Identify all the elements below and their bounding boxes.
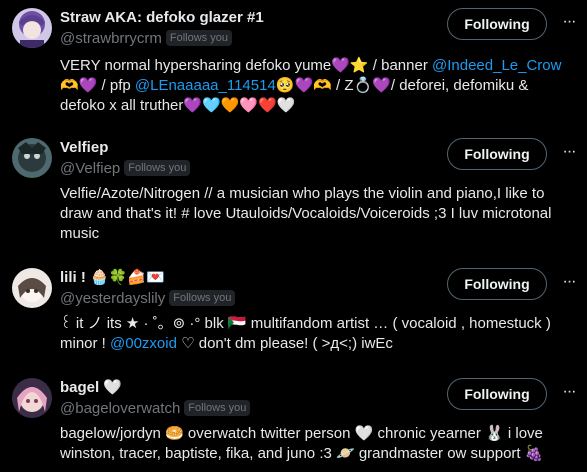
following-button[interactable]: Following — [447, 378, 547, 410]
user-bio: ꒰ it ノ its ★ · ˚。⊚ ·° blk 🇸🇩 multifandom… — [60, 314, 575, 354]
follows-you-badge: Follows you — [169, 290, 236, 306]
following-button[interactable]: Following — [447, 268, 547, 300]
bio-text: 🫶💜 / pfp — [60, 77, 135, 94]
following-list: Straw AKA: defoko glazer #1 @strawbrrycr… — [0, 0, 587, 472]
user-cell[interactable]: Velfiep @Velfiep Follows you Following ·… — [0, 138, 587, 244]
bio-text: bagelow/jordyn 🥯 overwatch twitter perso… — [60, 425, 544, 462]
mention-link[interactable]: @LEnaaaaa_114514 — [135, 77, 276, 94]
mention-link[interactable]: @00zxoid — [110, 335, 177, 352]
bio-text: VERY normal hypersharing defoko yume💜⭐ /… — [60, 57, 432, 74]
user-cell[interactable]: Straw AKA: defoko glazer #1 @strawbrrycr… — [0, 8, 587, 116]
user-bio: Velfie/Azote/Nitrogen // a musician who … — [60, 184, 575, 244]
avatar[interactable] — [12, 8, 52, 48]
user-handle[interactable]: @bageloverwatch — [60, 400, 180, 417]
more-options-icon[interactable]: ··· — [559, 274, 579, 294]
more-options-icon[interactable]: ··· — [559, 384, 579, 404]
avatar-image — [12, 378, 52, 418]
user-bio: VERY normal hypersharing defoko yume💜⭐ /… — [60, 56, 575, 116]
follows-you-badge: Follows you — [165, 30, 232, 46]
avatar-image — [12, 8, 52, 48]
user-cell[interactable]: bagel 🤍 @bageloverwatch Follows you Foll… — [0, 378, 587, 464]
avatar[interactable] — [12, 138, 52, 178]
bio-text: ♡ don't dm please! ( >д<;) iwEc — [176, 335, 393, 352]
more-options-icon[interactable]: ··· — [559, 14, 579, 34]
following-button[interactable]: Following — [447, 138, 547, 170]
following-button[interactable]: Following — [447, 8, 547, 40]
more-options-icon[interactable]: ··· — [559, 144, 579, 164]
user-handle[interactable]: @Velfiep — [60, 160, 120, 177]
follows-you-badge: Follows you — [184, 400, 251, 416]
bio-text: Velfie/Azote/Nitrogen // a musician who … — [60, 185, 552, 242]
user-handle[interactable]: @strawbrrycrm — [60, 30, 162, 47]
user-handle[interactable]: @yesterdayslily — [60, 290, 165, 307]
avatar-image — [12, 268, 52, 308]
user-cell[interactable]: lili ! 🧁🍀🍰💌 @yesterdayslily Follows you … — [0, 268, 587, 354]
follows-you-badge: Follows you — [124, 160, 191, 176]
user-bio: bagelow/jordyn 🥯 overwatch twitter perso… — [60, 424, 575, 464]
mention-link[interactable]: @Indeed_Le_Crow — [432, 57, 561, 74]
avatar[interactable] — [12, 268, 52, 308]
avatar-image — [12, 138, 52, 178]
avatar[interactable] — [12, 378, 52, 418]
